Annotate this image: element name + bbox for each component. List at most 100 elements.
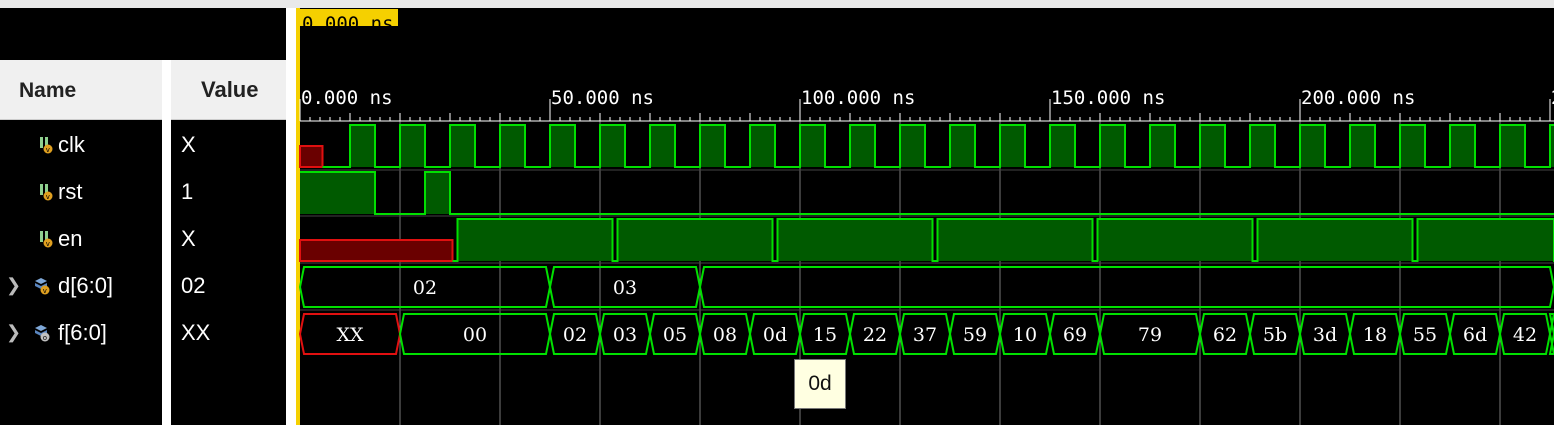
signal-row-clk[interactable]: v clk X [0,122,286,168]
clk-high-pulse [1200,125,1225,167]
signal-value-en: X [181,226,196,251]
signal-value-clk: X [181,132,196,157]
clk-high-pulse [700,125,725,167]
rst-trace [300,171,1554,215]
rst-high-segment [300,172,375,214]
scalar-signal-icon: v [40,231,53,248]
window-top-strip [0,0,1554,8]
clk-high-pulse [800,125,825,167]
waveform-traces: 02 03 XX 00 02 03 05 08 0d 15 22 37 59 10 69 79 62 5b 3d 18… [298,124,1554,355]
bus-f-segment-label: 5b [1263,324,1287,346]
svg-text:v: v [46,240,50,248]
clk-high-pulse [1250,125,1275,167]
clk-high-pulse [900,125,925,167]
signal-value-f: XX [181,320,211,345]
rst-high-segment [425,172,450,214]
signal-row-f[interactable]: ❯ o f[6:0] XX [0,310,286,356]
signal-value-rst: 1 [181,179,194,204]
expand-chevron-icon[interactable]: ❯ [6,322,21,343]
en-high-segment [937,219,1093,261]
clk-high-pulse [550,125,575,167]
clk-high-pulse [1050,125,1075,167]
clk-high-pulse [1300,125,1325,167]
bus-f-segment-label: 69 [1063,324,1087,346]
clk-high-pulse [600,125,625,167]
bus-f-segment-label: 08 [713,324,737,346]
clk-high-pulse [350,125,375,167]
clk-high-pulse [1100,125,1125,167]
signal-name-clk: clk [58,132,85,157]
clk-high-pulse [1350,125,1375,167]
clk-high-pulse [850,125,875,167]
clk-high-pulse [1500,125,1525,167]
bus-f-segment-label: 3d [1313,324,1337,346]
signal-row-rst[interactable]: v rst 1 [0,169,286,215]
bus-f-segment-label: 05 [663,324,687,346]
cursor-time-label[interactable]: 0.000 ns [300,9,398,26]
clk-high-pulse [1000,125,1025,167]
bus-f-segment-label: 79 [1138,324,1162,346]
pane-splitter[interactable] [286,8,296,425]
bus-f-segment-label: 59 [963,324,987,346]
clk-unknown-segment [299,145,324,168]
bus-d-segment [698,266,1554,308]
ruler-label: 200.000 ns [1301,87,1415,109]
bus-f-segment-label: 6d [1463,324,1487,346]
ruler-label: 50.000 ns [551,87,654,109]
clk-high-pulse [1150,125,1175,167]
value-tooltip: 0d [794,359,846,409]
en-high-segment [1257,219,1413,261]
clk-high-pulse [1400,125,1425,167]
signal-name-rst: rst [58,179,83,204]
en-high-segment [777,219,933,261]
en-unknown-segment [299,239,454,262]
waveform-canvas[interactable]: 0.000 ns 50.000 ns 100.000 ns 150.000 ns 200… [296,8,1554,425]
bus-signal-icon: v [35,278,50,295]
time-grid [296,8,1554,425]
svg-text:o: o [43,334,47,342]
svg-text:v: v [46,146,50,154]
ruler-label: 150.000 ns [1051,87,1165,109]
svg-text:v: v [43,287,47,295]
bus-f-segment-label: 22 [863,324,887,346]
bus-f-segment-label: 55 [1413,324,1437,346]
bus-signal-icon: o [35,325,50,342]
signal-name-d: d[6:0] [58,273,114,298]
bus-f-segment-label: 00 [463,324,487,346]
time-ruler: 0.000 ns 50.000 ns 100.000 ns 150.000 ns 200… [299,87,1554,122]
name-column-header[interactable]: Name [0,60,162,120]
en-high-segment [457,219,613,261]
bus-f-segment-label: 02 [563,324,587,346]
scalar-signal-icon: v [40,184,53,201]
value-column-title: Value [201,77,259,102]
signal-value-d: 02 [181,273,206,298]
name-panel-top [0,8,286,60]
signal-row-en[interactable]: v en X [0,216,286,262]
bus-f-segment-label: 10 [1013,324,1037,346]
signal-name-en: en [58,226,83,251]
clk-high-pulse [450,125,475,167]
scalar-signal-icon: v [40,137,53,154]
en-high-segment [1097,219,1253,261]
bus-d-segment-label: 03 [613,277,637,299]
clk-high-pulse [500,125,525,167]
clk-high-pulse [950,125,975,167]
value-column-header[interactable]: Value [171,60,286,120]
name-column-title: Name [19,79,77,102]
expand-chevron-icon[interactable]: ❯ [6,275,21,296]
bus-f-segment-label: 37 [913,324,937,346]
signal-name-f: f[6:0] [58,320,107,345]
bus-f-segment-label: 62 [1213,324,1237,346]
bus-f-segment-label: 15 [813,324,837,346]
bus-f-segment-label: XX [336,324,364,346]
time-cursor [296,8,300,425]
clk-high-pulse [1450,125,1475,167]
signal-row-d[interactable]: ❯ v d[6:0] 02 [0,263,286,309]
clk-high-pulse [650,125,675,167]
bus-f-segment [1548,313,1554,355]
en-high-segment [617,219,773,261]
en-high-segment [1417,219,1554,261]
svg-text:v: v [46,193,50,201]
clk-high-pulse [400,125,425,167]
bus-f-segment-label: 18 [1363,324,1387,346]
